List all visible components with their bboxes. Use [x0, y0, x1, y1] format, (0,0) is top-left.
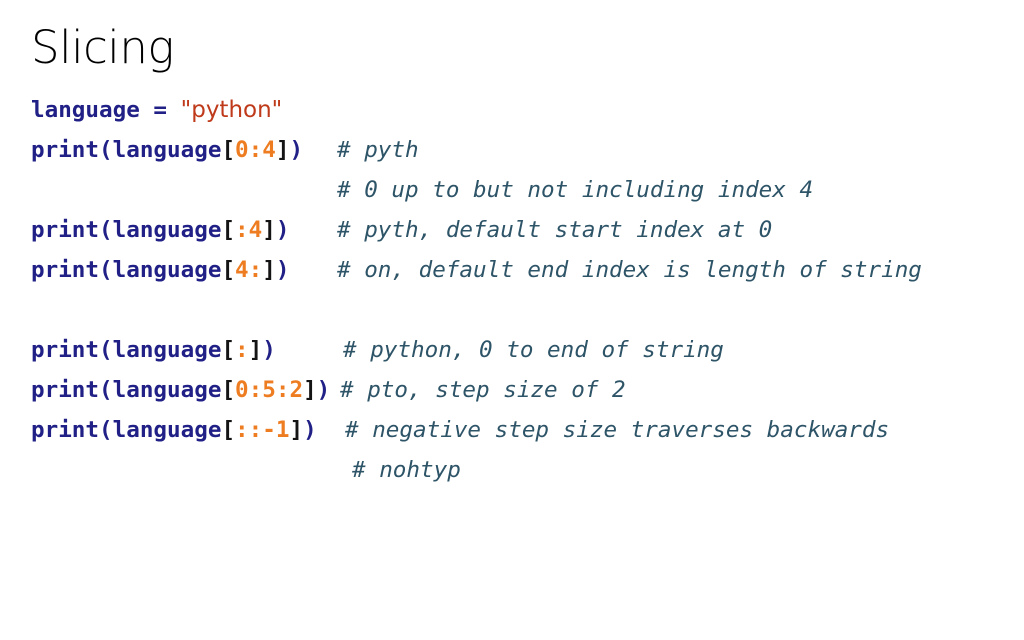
page-title: Slicing: [31, 21, 174, 74]
code-token-call: print(language: [31, 377, 222, 403]
code-comment: # pto, step size of 2: [340, 377, 626, 403]
code-token-bracket: [: [221, 217, 236, 243]
code-line: print(language[:4]) # pyth, default start…: [0, 214, 1024, 254]
code-statement: print(language[:4]): [31, 214, 289, 246]
code-token-string: "python": [180, 97, 283, 123]
code-token-call: print(language: [31, 417, 222, 443]
code-token-bracket: [: [221, 137, 236, 163]
code-token-bracket: ]: [262, 257, 276, 283]
code-token-paren: ): [262, 337, 276, 363]
code-token-paren: ): [289, 137, 304, 163]
code-statement: print(language[4:]): [31, 254, 289, 286]
code-statement: print(language[::-1]): [31, 414, 317, 446]
code-listing: language = "python" print(language[0:4]) #…: [0, 94, 1024, 494]
code-token-slice: :: [235, 337, 249, 363]
code-token-slice: ::-1: [235, 417, 290, 443]
code-token-slice: 4:: [235, 257, 263, 283]
code-token-bracket: ]: [275, 137, 290, 163]
code-line: language = "python": [0, 94, 1024, 134]
code-token-call: print(language: [31, 217, 222, 243]
code-comment: # negative step size traverses backwards: [345, 417, 890, 443]
code-comment: # python, 0 to end of string: [343, 337, 724, 363]
code-token-call: print(language: [31, 337, 222, 363]
code-token-bracket: ]: [248, 337, 263, 363]
code-comment: # 0 up to but not including index 4: [337, 177, 814, 203]
code-token-name: language: [31, 97, 140, 123]
code-token-call: print(language: [31, 137, 222, 163]
code-token-paren: ): [275, 257, 290, 283]
code-token-bracket: [: [221, 417, 236, 443]
code-token-bracket: [: [221, 377, 236, 403]
code-line: # nohtyp: [0, 454, 1024, 494]
code-line: # 0 up to but not including index 4: [0, 174, 1024, 214]
code-line: print(language[::-1]) # negative step siz…: [0, 414, 1024, 454]
code-comment: # pyth: [337, 137, 419, 163]
code-token-bracket: [: [221, 257, 236, 283]
code-token-paren: ): [275, 217, 290, 243]
code-line: print(language[0:4]) # pyth: [0, 134, 1024, 174]
code-token-bracket: ]: [289, 417, 304, 443]
code-token-bracket: ]: [262, 217, 276, 243]
code-token-slice: :4: [235, 217, 263, 243]
code-line: print(language[:]) # python, 0 to end of …: [0, 334, 1024, 374]
code-comment: # nohtyp: [352, 457, 461, 483]
code-comment: # on, default end index is length of str…: [337, 257, 922, 283]
code-statement: print(language[0:5:2]): [31, 374, 330, 406]
code-statement: print(language[:]): [31, 334, 276, 366]
code-token-slice: 0:4: [235, 137, 276, 163]
code-token-slice: 0:5:2: [235, 377, 304, 403]
code-token-paren: ): [303, 417, 317, 443]
code-token-call: print(language: [31, 257, 222, 283]
code-token-op: =: [139, 97, 181, 123]
code-token-bracket: [: [221, 337, 236, 363]
code-statement: language = "python": [31, 94, 282, 126]
code-comment: # pyth, default start index at 0: [337, 217, 773, 243]
presentation-slide: Slicing language = "python" print(languag…: [0, 0, 1024, 640]
code-line: print(language[0:5:2]) # pto, step size o…: [0, 374, 1024, 414]
code-statement: print(language[0:4]): [31, 134, 303, 166]
code-token-paren: ): [316, 377, 331, 403]
code-line: print(language[4:]) # on, default end ind…: [0, 254, 1024, 294]
code-token-bracket: ]: [303, 377, 317, 403]
